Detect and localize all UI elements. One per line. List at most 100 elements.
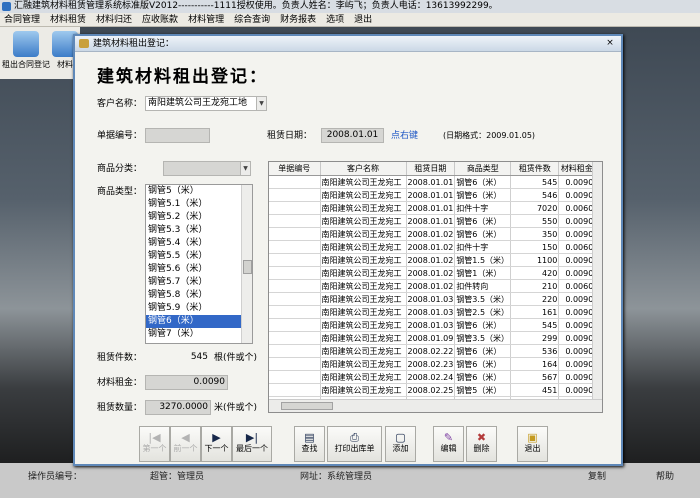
- table-cell[interactable]: 2008.01.02: [406, 279, 456, 293]
- menu-exit[interactable]: 退出: [354, 13, 372, 26]
- menu-receivable[interactable]: 应收账款: [142, 13, 178, 26]
- table-cell[interactable]: 钢管3.5（米）: [454, 292, 512, 306]
- table-cell[interactable]: 钢管6（米）: [454, 188, 512, 202]
- table-cell[interactable]: 220: [510, 292, 560, 306]
- table-cell[interactable]: 南阳建筑公司王龙宛工: [320, 318, 407, 332]
- table-cell[interactable]: 0.0090: [558, 383, 596, 397]
- table-cell[interactable]: [269, 370, 321, 384]
- table-cell[interactable]: 0.0090: [558, 175, 596, 189]
- list-item[interactable]: 钢管5.7（米）: [146, 276, 252, 289]
- rent-amount-input[interactable]: 3270.0000: [145, 400, 211, 415]
- table-row[interactable]: 南阳建筑公司王龙宛工 2008.01.03 钢管6（米） 545 0.0090: [269, 318, 596, 332]
- rent-qty-input[interactable]: 545: [159, 350, 211, 365]
- table-row[interactable]: 南阳建筑公司王龙宛工 2008.01.02 钢管6（米） 350 0.0090: [269, 227, 596, 241]
- table-cell[interactable]: [269, 344, 321, 358]
- table-cell[interactable]: 0.0090: [558, 188, 596, 202]
- table-cell[interactable]: 钢管2.5（米）: [454, 305, 512, 319]
- table-row[interactable]: 南阳建筑公司王龙宛工 2008.01.03 钢管2.5（米） 161 0.0090: [269, 305, 596, 319]
- table-cell[interactable]: 0.0060: [558, 279, 596, 293]
- scroll-thumb[interactable]: [281, 402, 333, 410]
- table-cell[interactable]: 钢管6（米）: [454, 357, 512, 371]
- table-cell[interactable]: 0.0090: [558, 357, 596, 371]
- table-cell[interactable]: 南阳建筑公司王龙宛工: [320, 201, 407, 215]
- list-item[interactable]: 钢管5.1（米）: [146, 198, 252, 211]
- list-item[interactable]: 钢管5.9（米）: [146, 302, 252, 315]
- menu-rent[interactable]: 材料租赁: [50, 13, 86, 26]
- table-cell[interactable]: 南阳建筑公司王龙宛工: [320, 292, 407, 306]
- table-cell[interactable]: 545: [510, 175, 560, 189]
- table-cell[interactable]: 钢管6（米）: [454, 175, 512, 189]
- table-cell[interactable]: [269, 383, 321, 397]
- customer-combo[interactable]: 南阳建筑公司王龙宛工地 ▼: [145, 96, 267, 111]
- list-item[interactable]: 钢管5.2（米）: [146, 211, 252, 224]
- table-row[interactable]: 南阳建筑公司王龙宛工 2008.01.02 钢管1.5（米） 1100 0.0090: [269, 253, 596, 267]
- table-cell[interactable]: 545: [510, 318, 560, 332]
- table-cell[interactable]: 0.0090: [558, 292, 596, 306]
- list-scrollbar[interactable]: [241, 185, 252, 343]
- last-record-button[interactable]: ▶| 最后一个: [232, 426, 272, 462]
- table-cell[interactable]: 南阳建筑公司王龙宛工: [320, 188, 407, 202]
- table-cell[interactable]: 钢管1.5（米）: [454, 253, 512, 267]
- table-cell[interactable]: [269, 214, 321, 228]
- table-cell[interactable]: 536: [510, 344, 560, 358]
- table-cell[interactable]: 0.0060: [558, 201, 596, 215]
- table-cell[interactable]: 210: [510, 279, 560, 293]
- table-cell[interactable]: 2008.01.02: [406, 240, 456, 254]
- list-item[interactable]: 钢管5.4（米）: [146, 237, 252, 250]
- table-cell[interactable]: 扣件十字: [454, 240, 512, 254]
- table-cell[interactable]: 350: [510, 227, 560, 241]
- list-item-selected[interactable]: 钢管6（米）: [146, 315, 252, 328]
- delete-button[interactable]: ✖ 删除: [466, 426, 497, 462]
- toolbar-contract-button[interactable]: 租出合同登记: [0, 29, 52, 70]
- close-button[interactable]: ×: [603, 38, 617, 49]
- table-cell[interactable]: 南阳建筑公司王龙宛工: [320, 240, 407, 254]
- menu-contract[interactable]: 合同管理: [4, 13, 40, 26]
- table-cell[interactable]: 2008.02.25: [406, 383, 456, 397]
- table-cell[interactable]: 南阳建筑公司王龙宛工: [320, 370, 407, 384]
- table-cell[interactable]: [269, 279, 321, 293]
- table-cell[interactable]: 2008.01.02: [406, 227, 456, 241]
- table-cell[interactable]: 南阳建筑公司王龙宛工: [320, 175, 407, 189]
- table-cell[interactable]: 2008.01.02: [406, 266, 456, 280]
- col-header-type[interactable]: 商品类型: [454, 162, 512, 176]
- col-header-qty[interactable]: 租赁件数: [510, 162, 560, 176]
- table-cell[interactable]: 420: [510, 266, 560, 280]
- table-row[interactable]: 南阳建筑公司王龙宛工 2008.01.02 钢管1（米） 420 0.0090: [269, 266, 596, 280]
- list-item[interactable]: 钢管5.8（米）: [146, 289, 252, 302]
- prev-record-button[interactable]: ◀ 前一个: [170, 426, 201, 462]
- table-cell[interactable]: 2008.01.01: [406, 175, 456, 189]
- grid-vertical-scrollbar[interactable]: [592, 162, 602, 400]
- col-header-date[interactable]: 租赁日期: [406, 162, 456, 176]
- list-item[interactable]: 钢管5.6（米）: [146, 263, 252, 276]
- table-row[interactable]: 南阳建筑公司王龙宛工 2008.01.02 扣件转向 210 0.0060: [269, 279, 596, 293]
- table-cell[interactable]: 164: [510, 357, 560, 371]
- grid-horizontal-scrollbar[interactable]: [269, 399, 602, 412]
- table-cell[interactable]: 2008.01.01: [406, 188, 456, 202]
- table-cell[interactable]: 0.0090: [558, 227, 596, 241]
- list-item[interactable]: 钢管5.5（米）: [146, 250, 252, 263]
- table-cell[interactable]: 2008.01.03: [406, 318, 456, 332]
- table-row[interactable]: 南阳建筑公司王龙宛工 2008.01.01 扣件十字 7020 0.0060: [269, 201, 596, 215]
- table-cell[interactable]: 南阳建筑公司王龙宛工: [320, 357, 407, 371]
- table-cell[interactable]: 546: [510, 188, 560, 202]
- table-row[interactable]: 南阳建筑公司王龙宛工 2008.02.23 钢管6（米） 164 0.0090: [269, 357, 596, 371]
- list-item[interactable]: 钢管5（米）: [146, 185, 252, 198]
- table-cell[interactable]: 钢管3.5（米）: [454, 331, 512, 345]
- table-cell[interactable]: [269, 318, 321, 332]
- rent-records-grid[interactable]: 单据编号 客户名称 租赁日期 商品类型 租赁件数 材料租金 南阳建筑公司王龙宛工…: [268, 161, 603, 413]
- category-combo[interactable]: ▼: [163, 161, 251, 176]
- table-cell[interactable]: 0.0060: [558, 240, 596, 254]
- table-cell[interactable]: 扣件十字: [454, 201, 512, 215]
- exit-button[interactable]: ▣ 退出: [517, 426, 548, 462]
- chevron-down-icon[interactable]: ▼: [256, 97, 266, 110]
- table-cell[interactable]: 2008.02.24: [406, 370, 456, 384]
- table-cell[interactable]: [269, 175, 321, 189]
- table-cell[interactable]: 钢管6（米）: [454, 214, 512, 228]
- table-cell[interactable]: 钢管5（米）: [454, 383, 512, 397]
- table-cell[interactable]: 南阳建筑公司王龙宛工: [320, 214, 407, 228]
- table-cell[interactable]: 451: [510, 383, 560, 397]
- table-row[interactable]: 南阳建筑公司王龙宛工 2008.01.01 钢管6（米） 550 0.0090: [269, 214, 596, 228]
- table-cell[interactable]: 7020: [510, 201, 560, 215]
- table-cell[interactable]: 钢管6（米）: [454, 318, 512, 332]
- table-cell[interactable]: 南阳建筑公司王龙宛工: [320, 279, 407, 293]
